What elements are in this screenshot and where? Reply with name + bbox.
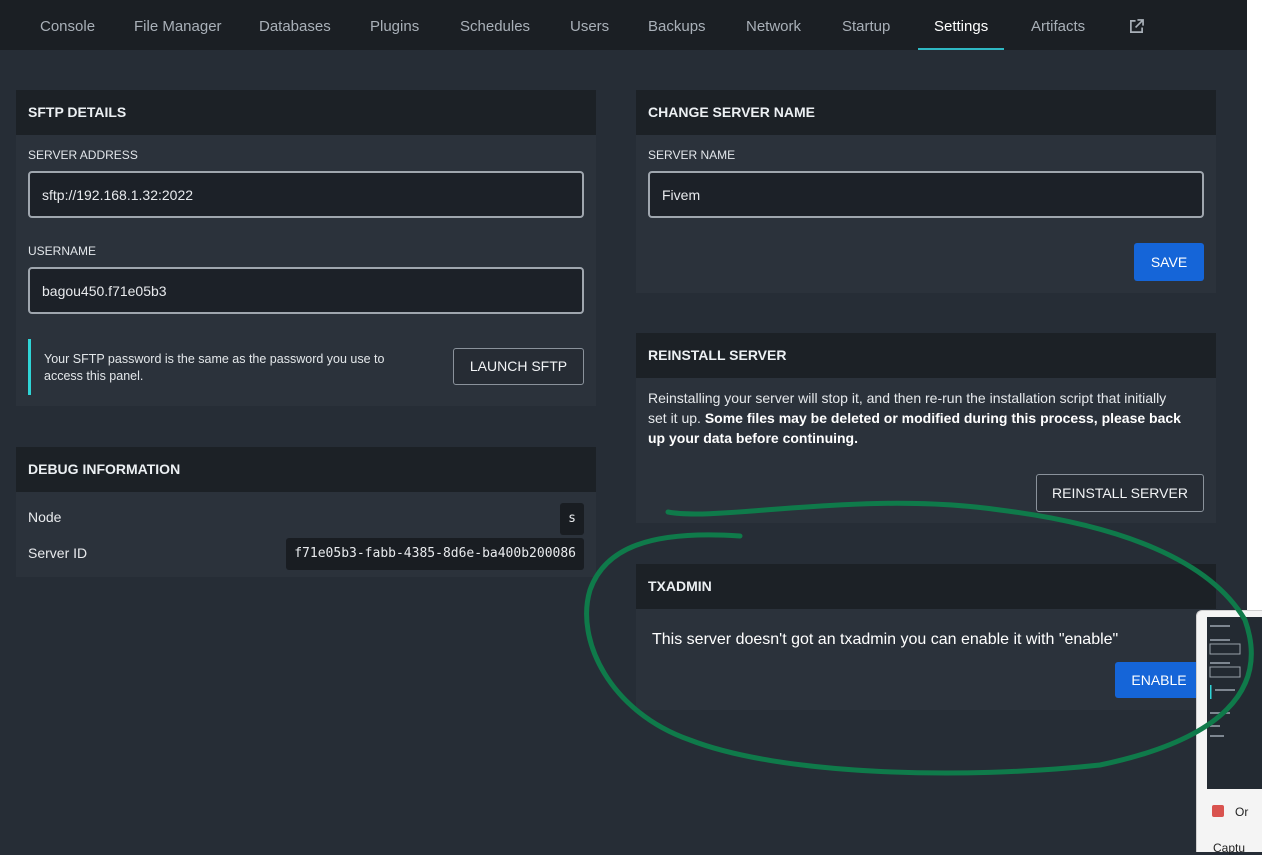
reinstall-warning-bold: Some files may be deleted or modified du…: [648, 410, 1181, 446]
tab-console[interactable]: Console: [40, 0, 95, 50]
server-id-value: f71e05b3-fabb-4385-8d6e-ba400b200086: [286, 538, 584, 570]
debug-information-title: DEBUG INFORMATION: [16, 447, 596, 492]
username-label: USERNAME: [28, 244, 97, 258]
window-thumbnail[interactable]: [1207, 617, 1262, 789]
taskbar-preview-popup[interactable]: Or Captu: [1196, 610, 1262, 855]
sftp-details-card: SFTP DETAILS SERVER ADDRESS USERNAME You…: [16, 90, 596, 406]
tab-settings[interactable]: Settings: [917, 0, 1005, 50]
tab-startup[interactable]: Startup: [842, 0, 890, 50]
top-navigation: Console File Manager Databases Plugins S…: [0, 0, 1247, 50]
tab-plugins[interactable]: Plugins: [370, 0, 419, 50]
username-input[interactable]: [28, 267, 584, 314]
save-button[interactable]: SAVE: [1134, 243, 1204, 281]
server-name-label: SERVER NAME: [648, 148, 736, 162]
debug-information-card: DEBUG INFORMATION Node s Server ID f71e0…: [16, 447, 596, 577]
tab-schedules[interactable]: Schedules: [460, 0, 530, 50]
sftp-password-note-text: Your SFTP password is the same as the pa…: [44, 352, 385, 383]
sftp-details-title: SFTP DETAILS: [16, 90, 596, 135]
txadmin-title: TXADMIN: [636, 564, 1216, 609]
reinstall-server-button[interactable]: REINSTALL SERVER: [1036, 474, 1204, 512]
node-value: s: [560, 503, 584, 535]
popup-text-1: Or: [1235, 805, 1249, 819]
external-link-icon[interactable]: [1129, 19, 1144, 34]
txadmin-message: This server doesn't got an txadmin you c…: [652, 631, 1119, 648]
reinstall-server-card: REINSTALL SERVER Reinstalling your serve…: [636, 333, 1216, 523]
txadmin-card: TXADMIN This server doesn't got an txadm…: [636, 564, 1216, 710]
enable-button[interactable]: ENABLE: [1115, 662, 1203, 698]
server-name-input[interactable]: [648, 171, 1204, 218]
server-address-input[interactable]: [28, 171, 584, 218]
server-address-label: SERVER ADDRESS: [28, 148, 138, 162]
launch-sftp-button[interactable]: LAUNCH SFTP: [453, 348, 584, 385]
reinstall-server-title: REINSTALL SERVER: [636, 333, 1216, 378]
app-icon: [1212, 805, 1224, 817]
sftp-password-note: Your SFTP password is the same as the pa…: [28, 339, 384, 395]
change-server-name-title: CHANGE SERVER NAME: [636, 90, 1216, 135]
thumbnail-preview-icon: [1209, 625, 1241, 737]
tab-databases[interactable]: Databases: [259, 0, 331, 50]
tab-backups[interactable]: Backups: [648, 0, 706, 50]
server-id-label: Server ID: [28, 545, 88, 561]
popup-text-2: Captu: [1213, 841, 1246, 855]
tab-artifacts[interactable]: Artifacts: [1031, 0, 1085, 50]
node-label: Node: [28, 509, 62, 525]
tab-users[interactable]: Users: [570, 0, 609, 50]
change-server-name-card: CHANGE SERVER NAME SERVER NAME SAVE: [636, 90, 1216, 293]
tab-file-manager[interactable]: File Manager: [134, 0, 222, 50]
reinstall-warning: Reinstalling your server will stop it, a…: [648, 388, 1188, 448]
tab-network[interactable]: Network: [746, 0, 801, 50]
